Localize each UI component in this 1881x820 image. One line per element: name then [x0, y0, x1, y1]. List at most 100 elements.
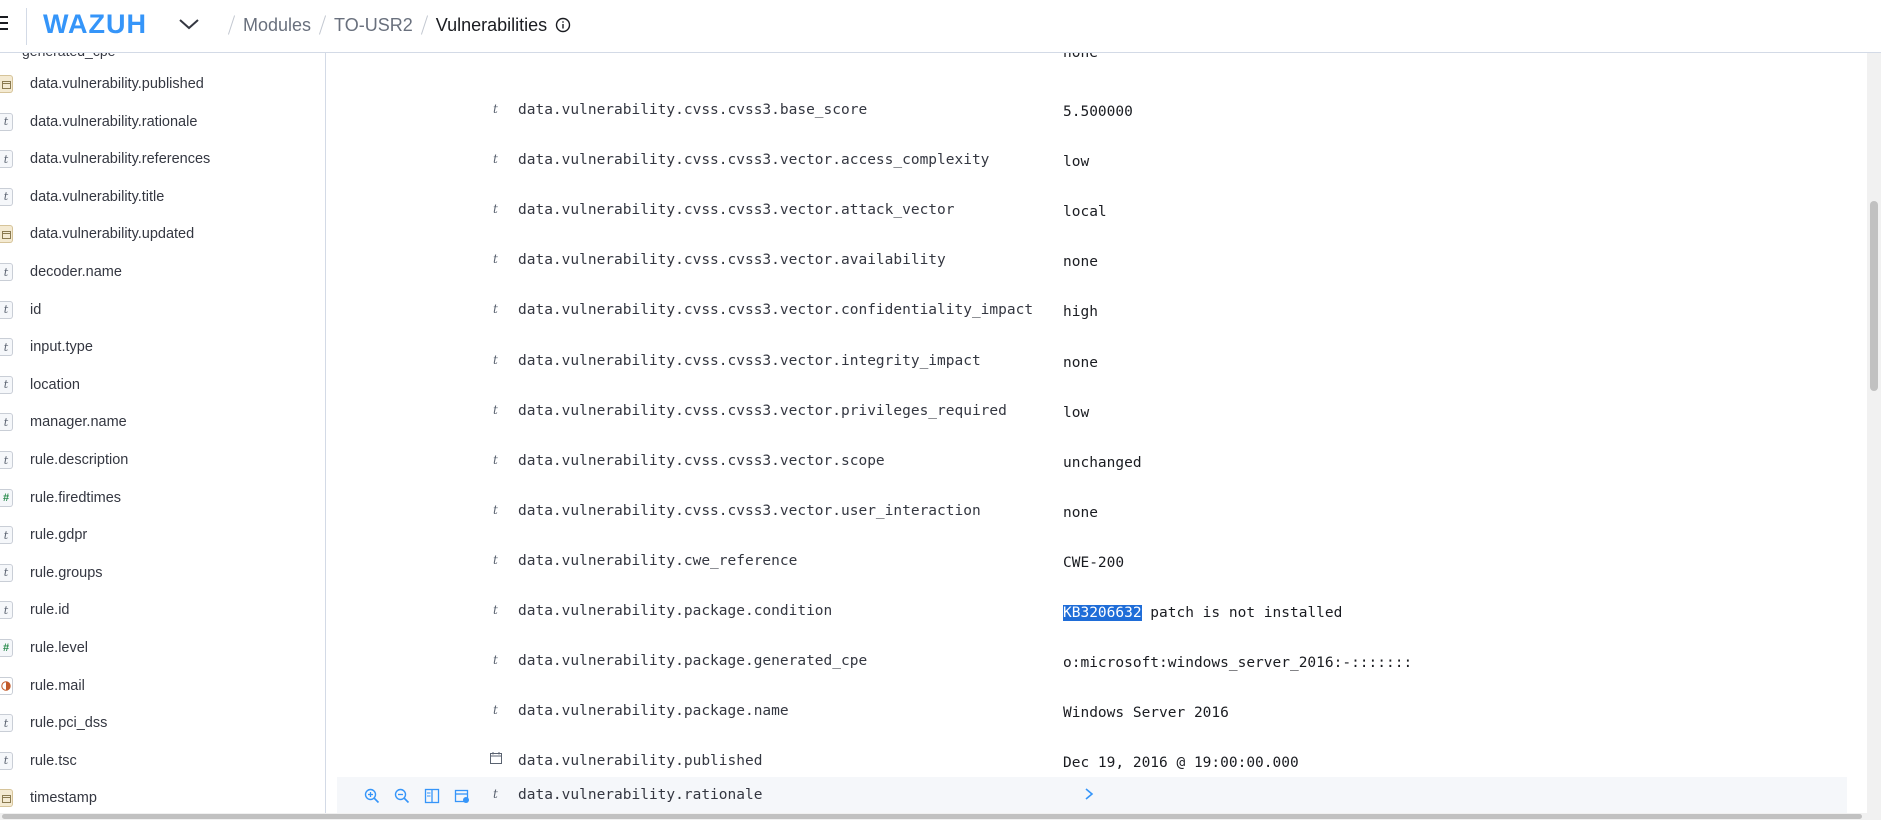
table-row-hovered[interactable]: t data.vulnerability.rationale — [337, 777, 1847, 813]
table-row[interactable]: t data.vulnerability.package.condition KB3… — [327, 587, 1857, 637]
string-type-icon: t — [0, 601, 13, 620]
table-row[interactable]: t data.vulnerability.cvss.cvss3.vector.in… — [327, 337, 1857, 387]
vertical-scrollbar[interactable] — [1867, 53, 1881, 813]
field-value: unchanged — [1063, 454, 1142, 471]
sidebar-field-label: data.vulnerability.rationale — [30, 113, 198, 130]
table-row[interactable]: t data.vulnerability.package.name Windows … — [327, 687, 1857, 737]
table-row[interactable]: t data.vulnerability.cvss.cvss3.vector.pr… — [327, 387, 1857, 437]
field-name: data.vulnerability.rationale — [518, 787, 763, 803]
field-value: none — [1063, 504, 1098, 521]
string-type-icon: t — [493, 603, 498, 617]
sidebar-field-item[interactable]: t rule.groups — [0, 561, 325, 587]
string-type-icon: t — [0, 563, 13, 582]
string-type-icon: t — [493, 302, 498, 317]
date-type-icon — [490, 752, 502, 765]
breadcrumb: Modules TO-USR2 Vulnerabilities — [220, 0, 571, 50]
menu-icon[interactable] — [0, 16, 10, 30]
field-value: low — [1063, 154, 1090, 171]
sidebar-field-label: data.vulnerability.updated — [30, 226, 195, 243]
sidebar-field-item[interactable]: t rule.pci_dss — [0, 711, 325, 737]
breadcrumb-vulnerabilities: Vulnerabilities — [435, 14, 548, 35]
field-list-sidebar: generated_cpe data.vulnerability.publish… — [0, 53, 326, 813]
sidebar-field-label: input.type — [30, 339, 93, 356]
table-row[interactable]: t data.vulnerability.cwe_reference CWE-200 — [327, 537, 1857, 587]
string-type-icon: t — [0, 526, 13, 545]
string-type-icon: t — [0, 714, 13, 733]
field-name: data.vulnerability.cvss.cvss3.base_score — [518, 102, 868, 118]
horizontal-scrollbar-thumb[interactable] — [2, 814, 1862, 819]
sidebar-partial-item[interactable]: generated_cpe — [22, 53, 115, 59]
sidebar-field-item[interactable]: t decoder.name — [0, 260, 325, 286]
sidebar-field-item[interactable]: rule.mail — [0, 674, 325, 700]
date-type-icon — [0, 225, 13, 244]
field-value: o:microsoft:windows_server_2016:-::::::: — [1063, 655, 1413, 672]
zoom-in-icon[interactable] — [364, 788, 380, 804]
table-row[interactable]: t data.vulnerability.cvss.cvss3.vector.av… — [327, 236, 1857, 286]
string-type-icon: t — [493, 552, 498, 567]
chevron-right-icon[interactable] — [1083, 787, 1095, 801]
sidebar-field-label: timestamp — [30, 790, 97, 807]
table-row[interactable]: t data.vulnerability.cvss.cvss3.vector.co… — [327, 286, 1857, 336]
table-row[interactable]: t data.vulnerability.cvss.cvss3.base_scor… — [327, 86, 1857, 136]
string-type-icon: t — [0, 751, 13, 770]
table-row[interactable]: t data.vulnerability.cvss.cvss3.vector.ac… — [327, 136, 1857, 186]
info-icon[interactable] — [555, 17, 571, 33]
sidebar-field-item[interactable]: timestamp — [0, 786, 325, 812]
string-type-icon: t — [493, 102, 498, 116]
sidebar-field-label: rule.mail — [30, 677, 85, 694]
sidebar-field-item[interactable]: # rule.level — [0, 636, 325, 662]
date-type-icon — [0, 789, 13, 808]
vertical-scrollbar-thumb[interactable] — [1870, 201, 1878, 391]
field-value: KB3206632 patch is not installed — [1063, 605, 1342, 621]
field-value: Dec 19, 2016 @ 19:00:00.000 — [1063, 755, 1299, 772]
field-value: none — [1063, 254, 1098, 271]
string-type-icon: t — [493, 502, 498, 517]
breadcrumb-agent[interactable]: TO-USR2 — [334, 15, 413, 36]
sidebar-field-item[interactable]: t manager.name — [0, 410, 325, 436]
horizontal-scrollbar[interactable] — [0, 813, 1881, 820]
sidebar-field-item[interactable]: t id — [0, 298, 325, 324]
zoom-out-icon[interactable] — [394, 788, 410, 804]
sidebar-field-item[interactable]: t rule.description — [0, 448, 325, 474]
sidebar-field-item[interactable]: t data.vulnerability.references — [0, 147, 325, 173]
selected-text[interactable]: KB3206632 — [1063, 605, 1142, 621]
string-type-icon: t — [0, 112, 13, 131]
wazuh-logo[interactable]: WAZUH — [43, 9, 147, 40]
table-row[interactable]: t data.vulnerability.cvss.cvss3.vector.us… — [327, 487, 1857, 537]
filter-exists-icon[interactable] — [454, 788, 470, 804]
breadcrumb-separator — [318, 15, 327, 35]
table-row[interactable]: t data.vulnerability.cvss.cvss3.vector.sc… — [327, 437, 1857, 487]
sidebar-field-item[interactable]: t rule.gdpr — [0, 523, 325, 549]
sidebar-field-item[interactable]: data.vulnerability.updated — [0, 222, 325, 248]
field-value: none — [1063, 354, 1098, 371]
breadcrumb-separator — [420, 15, 428, 35]
sidebar-field-item[interactable]: t input.type — [0, 335, 325, 361]
number-type-icon: # — [0, 488, 13, 507]
table-row[interactable]: t data.vulnerability.cvss.cvss3.vector.at… — [327, 186, 1857, 236]
table-row[interactable]: t data.vulnerability.package.generated_cp… — [327, 637, 1857, 687]
sidebar-field-item[interactable]: t location — [0, 373, 325, 399]
sidebar-field-item[interactable]: t rule.tsc — [0, 749, 325, 775]
string-type-icon: t — [493, 402, 498, 417]
sidebar-field-item[interactable]: t data.vulnerability.rationale — [0, 110, 325, 136]
sidebar-field-label: rule.tsc — [30, 752, 77, 769]
string-type-icon: t — [0, 375, 13, 394]
field-value: local — [1063, 204, 1107, 221]
field-name: data.vulnerability.cvss.cvss3.vector.acc… — [518, 152, 990, 169]
sidebar-field-item[interactable]: # rule.firedtimes — [0, 486, 325, 512]
sidebar-field-item[interactable]: data.vulnerability.published — [0, 72, 325, 98]
sidebar-field-label: data.vulnerability.references — [30, 151, 211, 168]
sidebar-field-label: rule.firedtimes — [30, 489, 122, 506]
breadcrumb-modules[interactable]: Modules — [243, 15, 311, 36]
string-type-icon: t — [0, 263, 13, 281]
sidebar-field-item[interactable]: t rule.id — [0, 598, 325, 624]
breadcrumb-separator — [227, 15, 236, 35]
partial-field-value: none — [1063, 53, 1098, 61]
string-type-icon: t — [493, 202, 498, 217]
toggle-column-icon[interactable] — [424, 788, 440, 804]
sidebar-field-label: data.vulnerability.title — [30, 188, 165, 205]
chevron-down-icon[interactable] — [178, 17, 200, 31]
sidebar-field-item[interactable]: t data.vulnerability.title — [0, 185, 325, 211]
string-type-icon: t — [493, 152, 498, 167]
field-name: data.vulnerability.cwe_reference — [518, 552, 798, 569]
